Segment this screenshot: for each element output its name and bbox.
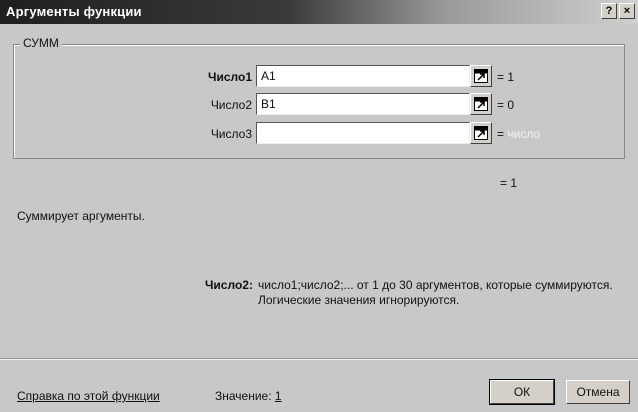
arg3-result-placeholder: число bbox=[507, 127, 541, 141]
arg3-collapse-button[interactable] bbox=[470, 122, 492, 144]
arg3-label: Число3 bbox=[210, 127, 252, 141]
arg2-input[interactable]: B1 bbox=[256, 93, 470, 115]
current-arg-help: число1;число2;... от 1 до 30 аргументов,… bbox=[258, 278, 613, 307]
function-help-link[interactable]: Справка по этой функции bbox=[17, 389, 160, 403]
window-title: Аргументы функции bbox=[6, 4, 142, 19]
ok-button[interactable]: ОК bbox=[489, 379, 555, 405]
arg2-collapse-button[interactable] bbox=[470, 93, 492, 115]
arg1-result: = 1 bbox=[497, 70, 515, 84]
arg2-label: Число2 bbox=[210, 98, 252, 112]
footer-separator bbox=[0, 358, 638, 360]
current-arg-name: Число2: bbox=[205, 278, 253, 292]
title-bar: Аргументы функции ? × bbox=[0, 0, 638, 24]
arg2-result: = 0 bbox=[497, 98, 515, 112]
value-display: Значение: 1 bbox=[215, 389, 282, 403]
collapse-dialog-icon bbox=[474, 69, 488, 83]
close-button[interactable]: × bbox=[619, 3, 635, 19]
cancel-button[interactable]: Отмена bbox=[566, 380, 630, 404]
collapse-dialog-icon bbox=[474, 97, 488, 111]
arg3-input[interactable] bbox=[256, 122, 470, 144]
function-description: Суммирует аргументы. bbox=[17, 209, 145, 223]
collapse-dialog-icon bbox=[474, 126, 488, 140]
value-result: 1 bbox=[274, 389, 282, 403]
formula-result: = 1 bbox=[500, 176, 518, 190]
value-label: Значение: bbox=[215, 389, 272, 403]
arg1-collapse-button[interactable] bbox=[470, 65, 492, 87]
arg1-input[interactable]: A1 bbox=[256, 65, 470, 87]
arg1-label: Число1 bbox=[208, 70, 252, 84]
arg3-result-prefix: = bbox=[497, 127, 505, 141]
function-name: СУММ bbox=[20, 36, 62, 50]
arg3-result: = число bbox=[497, 127, 540, 141]
help-button[interactable]: ? bbox=[601, 3, 617, 19]
